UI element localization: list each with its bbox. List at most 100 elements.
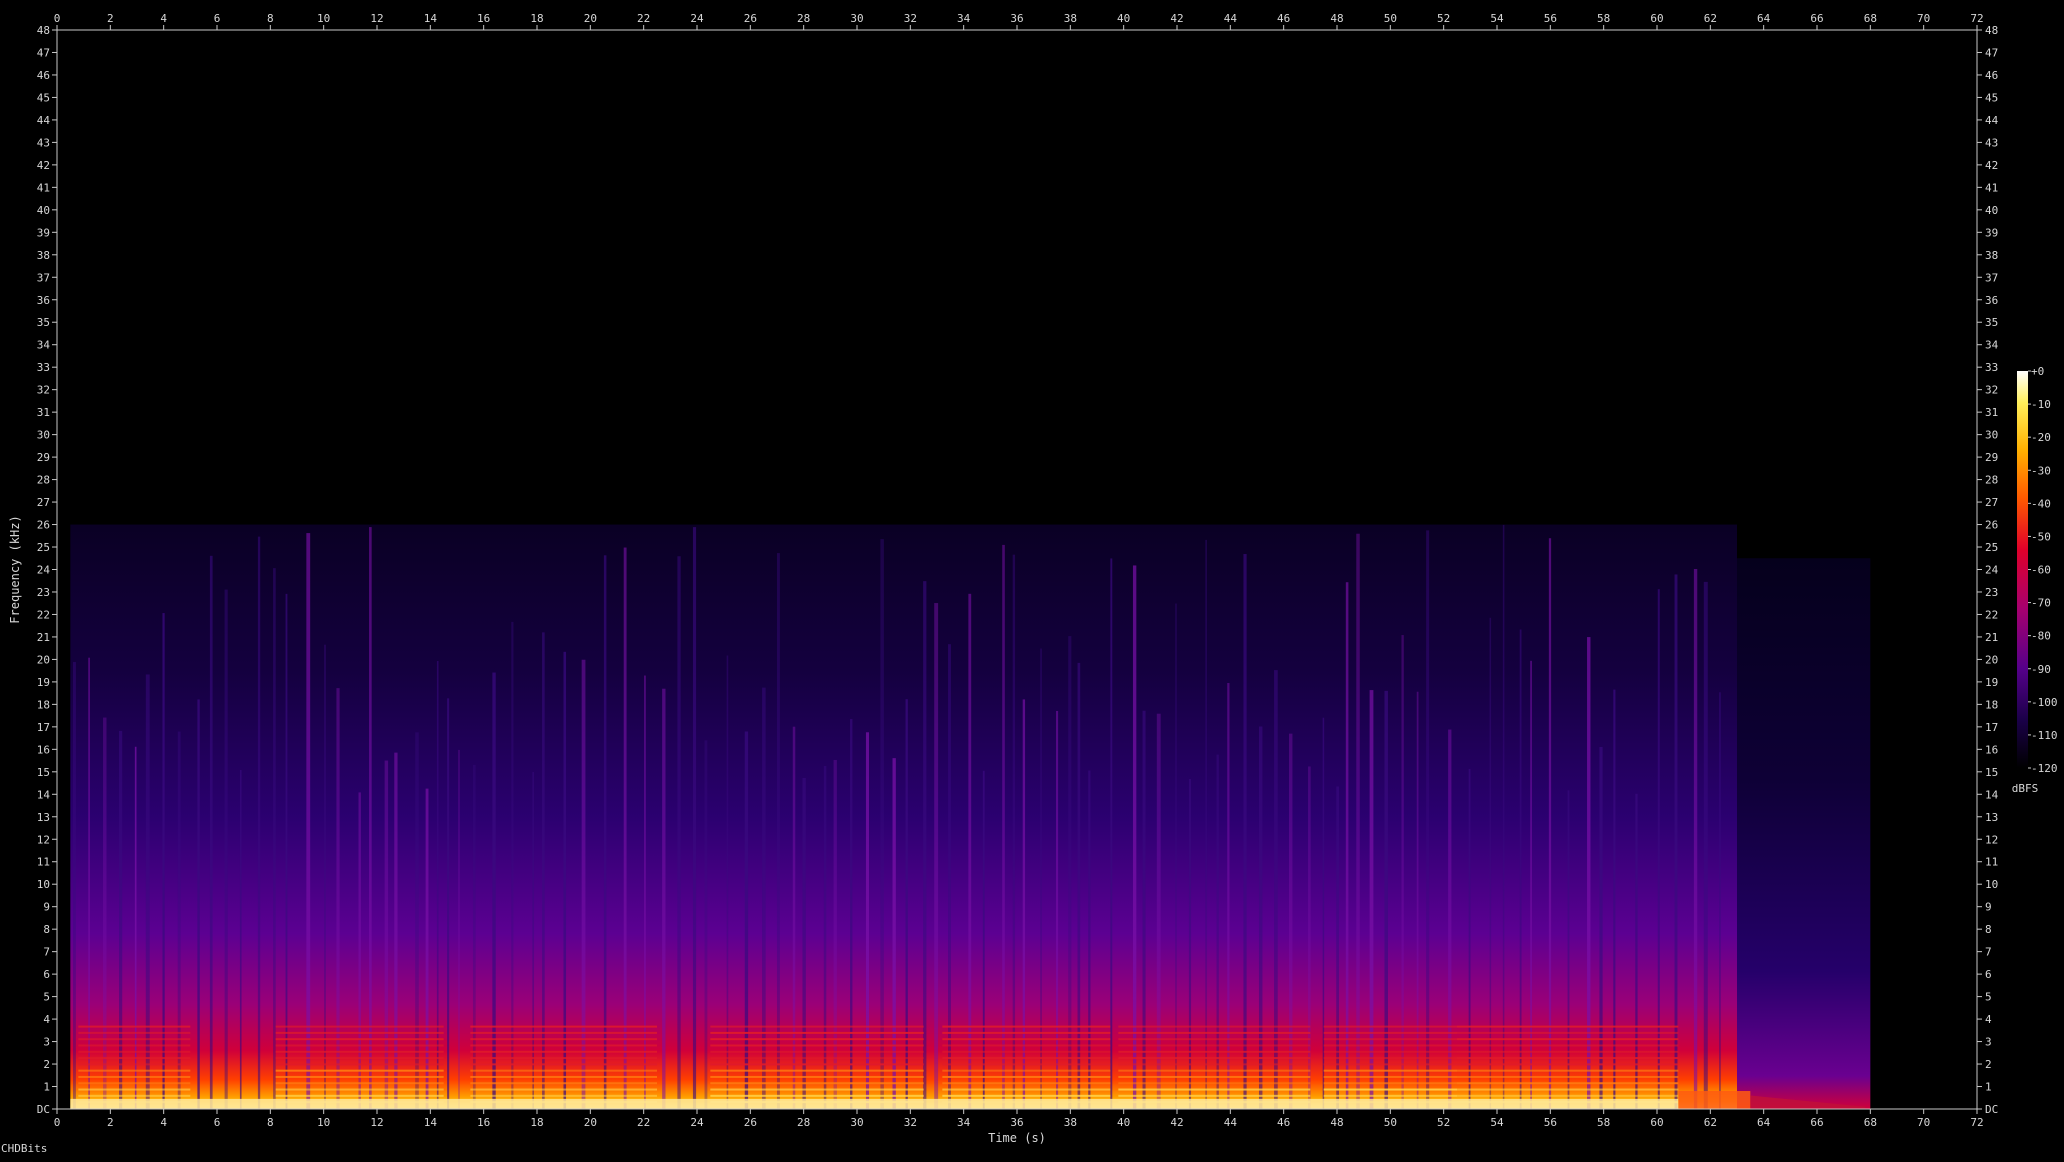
x-tick-label-top: 72: [1970, 12, 1983, 25]
harmonic-band: [710, 1044, 924, 1047]
harmonic-band: [942, 1082, 1111, 1085]
harmonic-band: [942, 1025, 1111, 1028]
x-tick-label-bottom: 58: [1597, 1116, 1610, 1129]
x-tick-label-bottom: 32: [904, 1116, 917, 1129]
harmonic-band: [1118, 1069, 1311, 1072]
y-tick-label-right: 41: [1985, 181, 1998, 194]
harmonic-band: [275, 1094, 444, 1097]
x-tick-label-bottom: 8: [267, 1116, 274, 1129]
y-tick-label-right: 42: [1985, 159, 1998, 172]
y-tick-label-right: 47: [1985, 46, 1998, 59]
y-tick-label-right: 38: [1985, 249, 1998, 262]
transient-streak: [1356, 533, 1360, 1109]
y-tick-label-left: 30: [37, 429, 50, 442]
transient-streak: [88, 657, 90, 1109]
transient-streak: [1703, 581, 1708, 1109]
x-tick-label-bottom: 70: [1917, 1116, 1930, 1129]
y-tick-label-right: 17: [1985, 721, 1998, 734]
transient-streak: [1567, 790, 1570, 1109]
x-tick-label-top: 48: [1330, 12, 1343, 25]
transient-streak: [692, 527, 697, 1109]
transient-streak: [1068, 636, 1072, 1109]
x-tick-label-bottom: 0: [54, 1116, 61, 1129]
y-tick-label-right: 24: [1985, 564, 1999, 577]
x-tick-label-top: 58: [1597, 12, 1610, 25]
y-tick-label-right: 3: [1985, 1036, 1992, 1049]
y-tick-label-left: 8: [43, 923, 50, 936]
transient-streak: [644, 675, 646, 1109]
y-tick-label-left: 34: [37, 339, 51, 352]
transient-streak: [677, 556, 681, 1109]
harmonic-band: [710, 1088, 924, 1091]
y-tick-label-left: 5: [43, 991, 50, 1004]
x-tick-label-top: 32: [904, 12, 917, 25]
y-tick-label-right: 12: [1985, 833, 1998, 846]
x-tick-label-bottom: 64: [1757, 1116, 1771, 1129]
transient-streak: [623, 547, 627, 1109]
harmonic-band: [1457, 1050, 1679, 1053]
harmonic-band: [1323, 1044, 1457, 1047]
y-tick-label-right: 36: [1985, 294, 1998, 307]
y-tick-label-right: DC: [1985, 1103, 1998, 1116]
transient-streak: [1345, 582, 1349, 1109]
y-tick-label-left: 26: [37, 519, 50, 532]
y-tick-label-left: 36: [37, 294, 50, 307]
harmonic-band: [1118, 1082, 1311, 1085]
x-tick-label-bottom: 34: [957, 1116, 971, 1129]
transient-streak: [704, 740, 708, 1109]
y-tick-label-left: 11: [37, 856, 50, 869]
colorbar-tick-label: -70: [2031, 597, 2051, 610]
harmonic-band: [1118, 1094, 1311, 1097]
harmonic-band: [1323, 1069, 1457, 1072]
harmonic-band: [710, 1075, 924, 1078]
transient-streak: [1022, 699, 1026, 1109]
harmonic-band: [942, 1075, 1111, 1078]
transient-streak: [1110, 558, 1113, 1109]
y-tick-label-right: 18: [1985, 698, 1998, 711]
y-tick-label-right: 1: [1985, 1081, 1992, 1094]
harmonic-band: [1457, 1082, 1679, 1085]
x-tick-label-bottom: 48: [1330, 1116, 1343, 1129]
harmonic-band: [710, 1063, 924, 1066]
harmonic-band: [1323, 1025, 1457, 1028]
x-tick-label-top: 28: [797, 12, 810, 25]
harmonic-band: [942, 1094, 1111, 1097]
harmonic-band: [78, 1044, 191, 1047]
harmonic-band: [78, 1031, 191, 1034]
y-tick-label-left: 4: [43, 1013, 50, 1026]
harmonic-band: [710, 1050, 924, 1053]
y-tick-label-left: 43: [37, 136, 50, 149]
transient-streak: [1216, 754, 1219, 1109]
harmonic-band: [275, 1088, 444, 1091]
x-tick-label-bottom: 40: [1117, 1116, 1130, 1129]
harmonic-band: [275, 1057, 444, 1060]
x-tick-label-top: 18: [530, 12, 543, 25]
y-tick-label-left: 37: [37, 271, 50, 284]
harmonic-band: [78, 1038, 191, 1041]
colorbar-tick-label: -110: [2031, 729, 2058, 742]
harmonic-band: [78, 1088, 191, 1091]
x-tick-label-bottom: 14: [424, 1116, 438, 1129]
y-tick-label-left: 48: [37, 24, 50, 37]
x-tick-label-top: 12: [370, 12, 383, 25]
x-tick-label-top: 70: [1917, 12, 1930, 25]
harmonic-band: [78, 1075, 191, 1078]
x-tick-label-top: 44: [1224, 12, 1238, 25]
x-tick-label-bottom: 52: [1437, 1116, 1450, 1129]
y-tick-label-left: 18: [37, 698, 50, 711]
harmonic-band: [470, 1082, 657, 1085]
transient-streak: [802, 777, 806, 1109]
y-tick-label-right: 21: [1985, 631, 1998, 644]
harmonic-band: [710, 1038, 924, 1041]
colorbar-tick-label: -60: [2031, 564, 2051, 577]
transient-streak: [239, 769, 242, 1109]
harmonic-band: [942, 1038, 1111, 1041]
y-tick-label-right: 14: [1985, 788, 1999, 801]
transient-streak: [1322, 717, 1325, 1109]
spectrogram-chart: 0 0 2 2 4 4 6 6 8 8 10 10 12 12 14 14 16 16 18 18 20 20 22 22 24…: [0, 0, 2064, 1158]
transient-streak: [1336, 786, 1340, 1109]
x-tick-label-top: 36: [1010, 12, 1023, 25]
y-tick-label-left: 17: [37, 721, 50, 734]
x-tick-label-bottom: 6: [214, 1116, 221, 1129]
harmonic-band: [275, 1031, 444, 1034]
